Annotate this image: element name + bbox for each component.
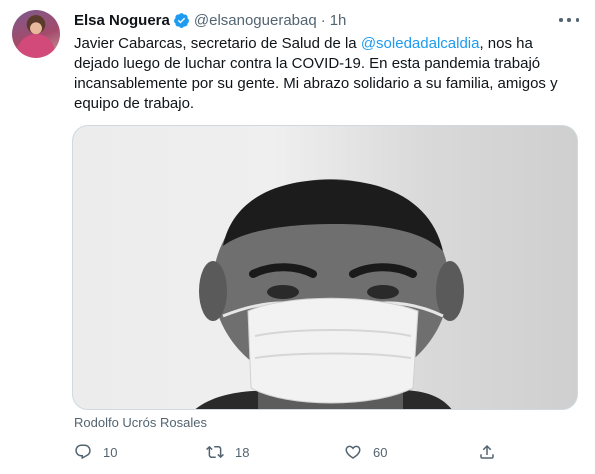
- retweet-button[interactable]: 18: [206, 441, 249, 463]
- portrait-photo: [195, 179, 464, 409]
- tweet-header: Elsa Noguera @elsanoguerabaq · 1h: [74, 10, 346, 30]
- reply-button[interactable]: 10: [74, 441, 117, 463]
- reply-count: 10: [103, 444, 118, 460]
- tweet-timestamp[interactable]: 1h: [330, 12, 347, 29]
- more-horizontal-icon: [559, 18, 563, 22]
- separator-dot: ·: [320, 11, 326, 29]
- author-avatar[interactable]: [12, 10, 60, 58]
- action-bar: 10 18 60: [74, 441, 580, 463]
- author-handle[interactable]: @elsanoguerabaq: [194, 12, 317, 29]
- heart-icon: [345, 445, 361, 459]
- mention-link[interactable]: @soledadalcaldia: [361, 35, 480, 52]
- reply-icon: [75, 444, 91, 460]
- like-button[interactable]: 60: [344, 441, 387, 463]
- tweet-text-part: Javier Cabarcas, secretario de Salud de …: [74, 35, 361, 52]
- retweet-icon: [206, 445, 224, 459]
- like-count: 60: [373, 444, 388, 460]
- tweet-text: Javier Cabarcas, secretario de Salud de …: [74, 34, 580, 114]
- tweet-media-photo[interactable]: [72, 125, 578, 410]
- share-icon: [480, 444, 494, 459]
- more-options-button[interactable]: [559, 12, 579, 28]
- verified-badge-icon: [173, 12, 189, 28]
- retweet-count: 18: [235, 444, 250, 460]
- share-button[interactable]: [478, 441, 496, 463]
- media-caption[interactable]: Rodolfo Ucrós Rosales: [74, 415, 207, 430]
- author-name[interactable]: Elsa Noguera: [74, 12, 170, 29]
